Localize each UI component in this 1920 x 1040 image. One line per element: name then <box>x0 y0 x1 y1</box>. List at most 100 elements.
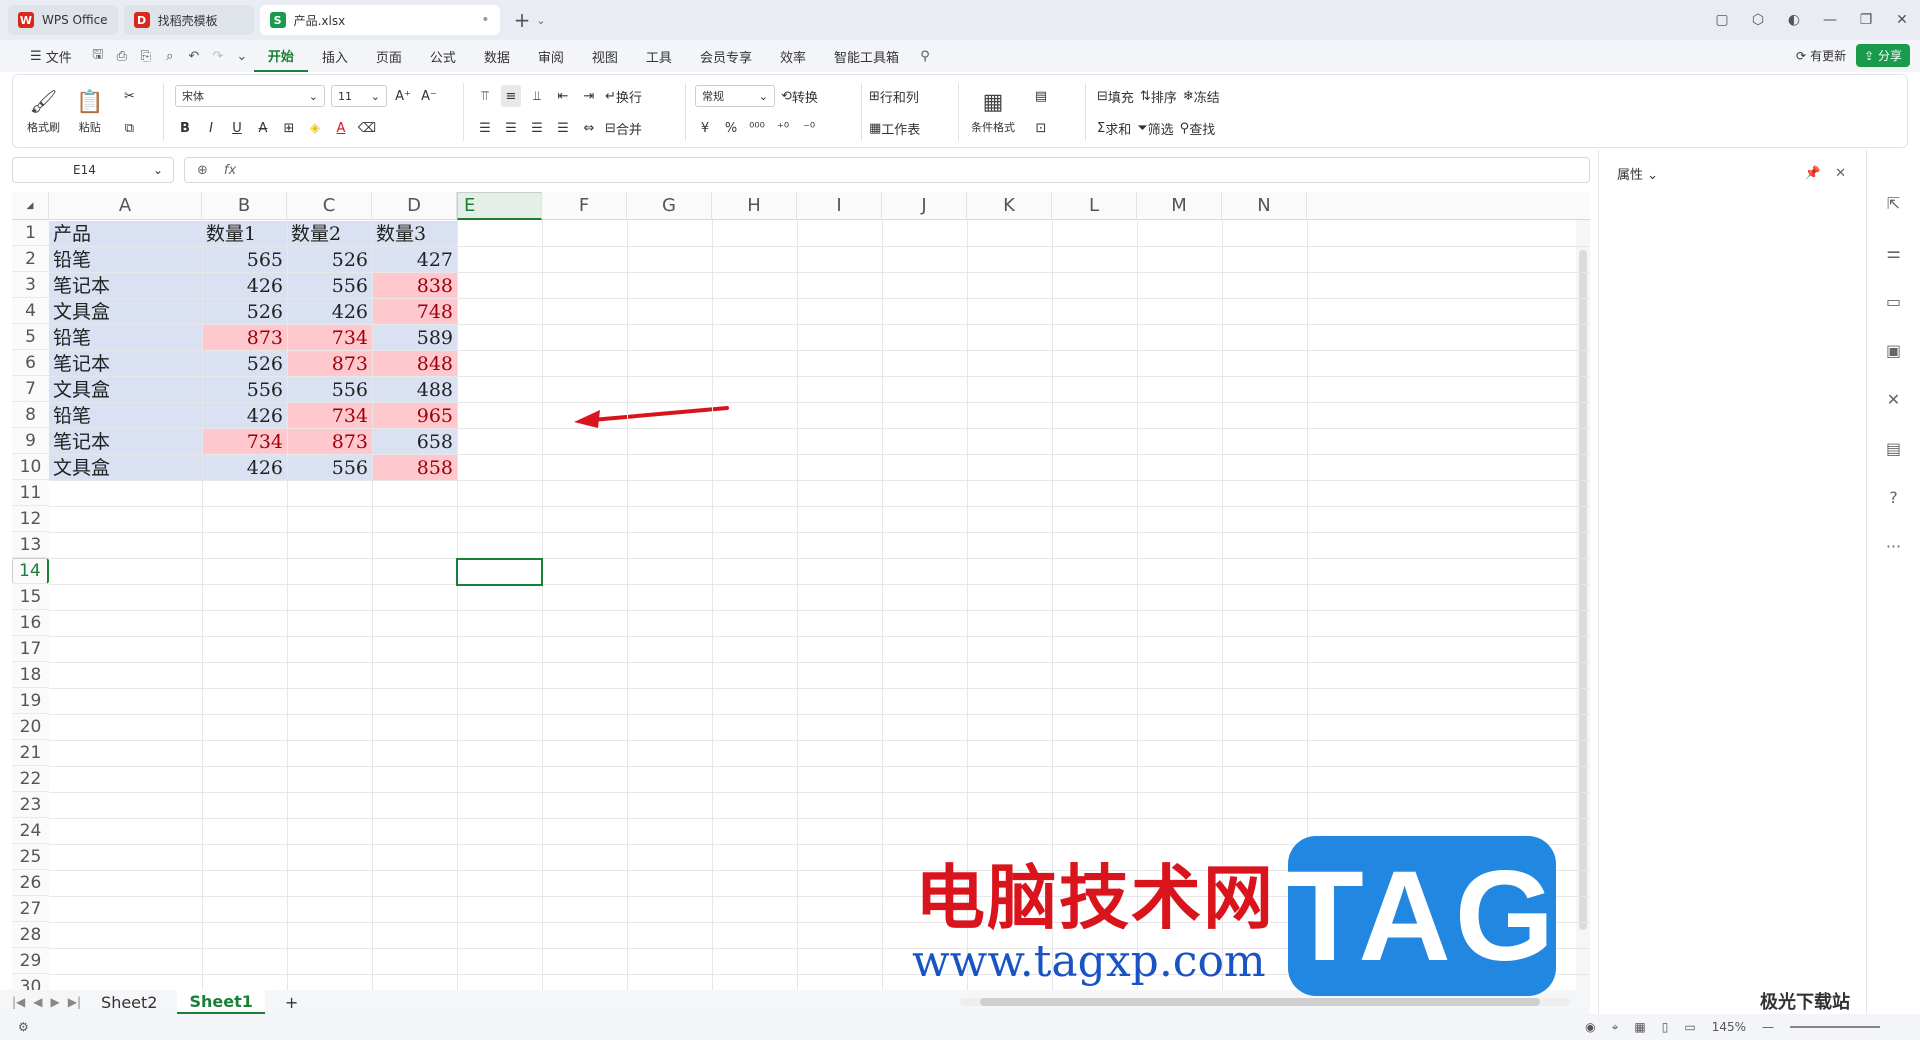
menu-tab-insert[interactable]: 插入 <box>308 40 362 72</box>
zoom-slider[interactable] <box>1790 1026 1880 1028</box>
cell-D7[interactable]: 488 <box>372 377 457 403</box>
cell-C3[interactable]: 556 <box>287 273 372 299</box>
row-header-4[interactable]: 4 <box>12 298 49 324</box>
sort-button[interactable]: ⇅ 排序 <box>1140 85 1177 107</box>
column-header-J[interactable]: J <box>882 192 967 220</box>
italic-icon[interactable]: I <box>201 117 221 139</box>
merge-button[interactable]: ⊟ 合并 <box>605 117 642 139</box>
undo-icon[interactable]: ↶ <box>182 44 206 68</box>
tab-close-icon[interactable]: • <box>481 12 489 28</box>
row-header-27[interactable]: 27 <box>12 896 49 922</box>
row-header-25[interactable]: 25 <box>12 844 49 870</box>
worksheet-button[interactable]: ▦ 工作表 <box>869 117 920 139</box>
cell-D9[interactable]: 658 <box>372 429 457 455</box>
row-header-1[interactable]: 1 <box>12 220 49 246</box>
sheet-tab-sheet1[interactable]: Sheet1 <box>177 990 265 1014</box>
tab-list-chevron-icon[interactable]: ⌄ <box>536 14 545 27</box>
row-header-22[interactable]: 22 <box>12 766 49 792</box>
cell-D6[interactable]: 848 <box>372 351 457 377</box>
cell-B6[interactable]: 526 <box>202 351 287 377</box>
row-header-26[interactable]: 26 <box>12 870 49 896</box>
row-header-29[interactable]: 29 <box>12 948 49 974</box>
row-header-30[interactable]: 30 <box>12 974 49 990</box>
close-panel-icon[interactable]: ✕ <box>1835 166 1846 181</box>
image-icon[interactable]: ▣ <box>1886 341 1901 360</box>
tools-icon[interactable]: ✕ <box>1887 390 1900 409</box>
cell-C8[interactable]: 734 <box>287 403 372 429</box>
justify-icon[interactable]: ☰ <box>553 117 573 139</box>
last-sheet-icon[interactable]: ▶| <box>68 995 81 1009</box>
format-painter-button[interactable]: 🖌 格式刷 <box>27 90 60 135</box>
cell-B4[interactable]: 526 <box>202 299 287 325</box>
cube-icon[interactable]: ⬡ <box>1740 12 1776 28</box>
row-header-14[interactable]: 14 <box>12 558 49 584</box>
cell-C10[interactable]: 556 <box>287 455 372 481</box>
redo-icon[interactable]: ↷ <box>206 44 230 68</box>
menu-tab-formula[interactable]: 公式 <box>416 40 470 72</box>
row-header-18[interactable]: 18 <box>12 662 49 688</box>
page-layout-icon[interactable]: ▯ <box>1662 1020 1669 1034</box>
currency-icon[interactable]: ¥ <box>695 117 715 139</box>
menu-tab-view[interactable]: 视图 <box>578 40 632 72</box>
share-button[interactable]: ⇪ 分享 <box>1856 44 1910 67</box>
horizontal-scrollbar[interactable] <box>960 998 1570 1006</box>
decrease-decimal-icon[interactable]: ⁻⁰ <box>799 117 819 139</box>
cell-A6[interactable]: 笔记本 <box>49 351 202 377</box>
adjust-icon[interactable]: ⚌ <box>1886 243 1900 262</box>
cell-A9[interactable]: 笔记本 <box>49 429 202 455</box>
add-sheet-icon[interactable]: + <box>273 990 310 1014</box>
cell-B3[interactable]: 426 <box>202 273 287 299</box>
hscroll-thumb[interactable] <box>980 998 1540 1006</box>
layout-icon[interactable]: ▢ <box>1704 12 1740 28</box>
conditional-format-button[interactable]: ▦ 条件格式 <box>971 90 1015 135</box>
table-style-icon[interactable]: ⊡ <box>1031 117 1051 139</box>
cell-A10[interactable]: 文具盒 <box>49 455 202 481</box>
cell-C7[interactable]: 556 <box>287 377 372 403</box>
increase-decimal-icon[interactable]: ⁺⁰ <box>773 117 793 139</box>
zoom-search-icon[interactable]: ⊕ <box>197 163 208 178</box>
cell-D5[interactable]: 589 <box>372 325 457 351</box>
cell-C2[interactable]: 526 <box>287 247 372 273</box>
align-left-icon[interactable]: ☰ <box>475 117 495 139</box>
wrap-text-button[interactable]: ↵ 换行 <box>605 85 642 107</box>
sheet-tab-sheet2[interactable]: Sheet2 <box>89 990 169 1014</box>
name-box[interactable]: E14 ⌄ <box>12 157 174 183</box>
formula-input[interactable]: ⊕ fx <box>184 157 1590 183</box>
file-menu[interactable]: ☰ 文件 <box>16 40 86 72</box>
cell-A2[interactable]: 铅笔 <box>49 247 202 273</box>
tab-template[interactable]: D 找稻壳模板 <box>123 5 254 35</box>
more-icon[interactable]: ··· <box>1886 537 1901 556</box>
menu-tab-member[interactable]: 会员专享 <box>686 40 766 72</box>
menu-tab-tools[interactable]: 工具 <box>632 40 686 72</box>
crosshair-icon[interactable]: ⌖ <box>1612 1020 1619 1035</box>
font-size-select[interactable]: 11 ⌄ <box>331 85 387 107</box>
macro-icon[interactable]: ⚙ <box>18 1020 29 1034</box>
fill-button[interactable]: ⊟ 填充 <box>1097 85 1134 107</box>
bold-icon[interactable]: B <box>175 117 195 139</box>
prev-sheet-icon[interactable]: ◀ <box>33 995 42 1009</box>
indent-decrease-icon[interactable]: ⇤ <box>553 85 573 107</box>
cell-A1[interactable]: 产品 <box>49 221 202 247</box>
cell-B1[interactable]: 数量1 <box>202 221 287 247</box>
row-header-23[interactable]: 23 <box>12 792 49 818</box>
cell-C5[interactable]: 734 <box>287 325 372 351</box>
font-family-select[interactable]: 宋体 ⌄ <box>175 85 325 107</box>
cell-C9[interactable]: 873 <box>287 429 372 455</box>
row-header-3[interactable]: 3 <box>12 272 49 298</box>
column-header-D[interactable]: D <box>372 192 457 220</box>
vertical-scrollbar[interactable] <box>1576 220 1590 990</box>
row-col-button[interactable]: ⊞ 行和列 <box>869 85 919 107</box>
row-header-17[interactable]: 17 <box>12 636 49 662</box>
menu-tab-smart-toolbox[interactable]: 智能工具箱 <box>820 40 913 72</box>
print-icon[interactable]: ⎘ <box>134 44 158 68</box>
row-header-21[interactable]: 21 <box>12 740 49 766</box>
eye-protect-icon[interactable]: ◉ <box>1585 1020 1595 1034</box>
row-header-13[interactable]: 13 <box>12 532 49 558</box>
row-header-9[interactable]: 9 <box>12 428 49 454</box>
first-sheet-icon[interactable]: |◀ <box>12 995 25 1009</box>
align-middle-icon[interactable]: ≡ <box>501 85 521 107</box>
column-header-E[interactable]: E <box>457 192 542 220</box>
number-format-select[interactable]: 常规 ⌄ <box>695 85 775 107</box>
column-header-F[interactable]: F <box>542 192 627 220</box>
row-header-28[interactable]: 28 <box>12 922 49 948</box>
